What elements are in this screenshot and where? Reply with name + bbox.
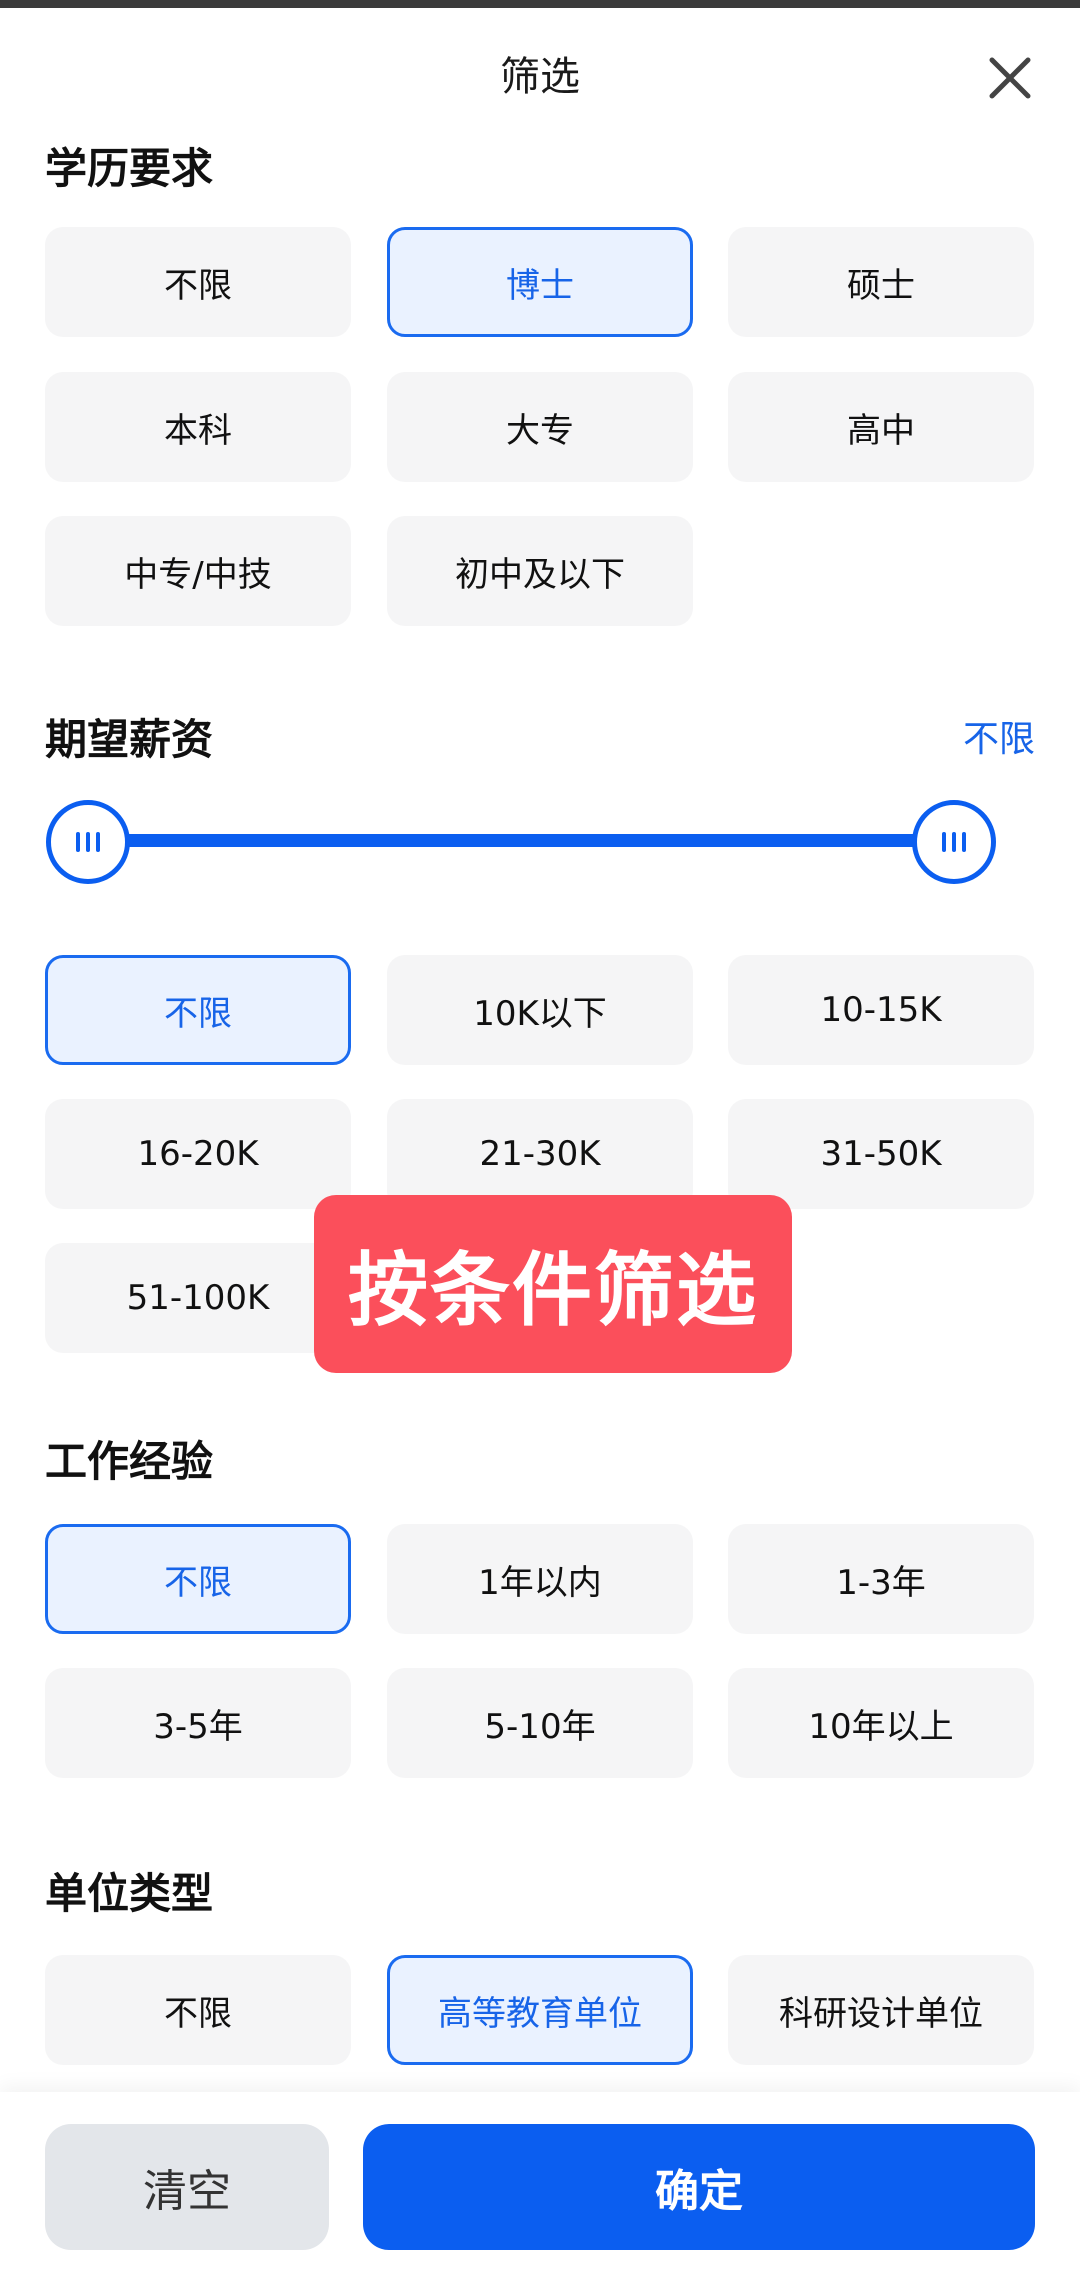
salary-slider-track[interactable] [88, 834, 954, 847]
salary-option[interactable]: 16-20K [45, 1099, 351, 1209]
experience-section-title: 工作经验 [45, 1437, 214, 1486]
salary-slider-min-handle[interactable] [46, 800, 130, 884]
education-option[interactable]: 本科 [45, 372, 351, 482]
chip-label: 高中 [847, 410, 915, 451]
caption-overlay: 按条件筛选 [314, 1195, 792, 1373]
chip-label: 5-10年 [484, 1706, 596, 1747]
salary-range-value: 不限 [962, 719, 1035, 760]
chip-label: 本科 [164, 410, 232, 451]
grip-icon [942, 832, 966, 852]
experience-option[interactable]: 5-10年 [387, 1668, 693, 1778]
chip-label: 3-5年 [153, 1706, 243, 1747]
chip-label: 10-15K [820, 990, 942, 1030]
education-section-title: 学历要求 [45, 144, 214, 193]
chip-label: 10年以上 [808, 1706, 954, 1747]
chip-label: 1-3年 [836, 1562, 926, 1603]
education-option[interactable]: 大专 [387, 372, 693, 482]
chip-label: 1年以内 [478, 1562, 602, 1603]
salary-section-title: 期望薪资 [45, 715, 214, 764]
org-type-option[interactable]: 高等教育单位 [387, 1955, 693, 2065]
chip-label: 科研设计单位 [779, 1993, 983, 2034]
confirm-button[interactable]: 确定 [363, 2124, 1035, 2250]
education-option[interactable]: 博士 [387, 227, 693, 337]
salary-slider-max-handle[interactable] [912, 800, 996, 884]
chip-label: 不限 [164, 1562, 232, 1603]
chip-label: 10K以下 [473, 993, 607, 1034]
chip-label: 31-50K [820, 1134, 942, 1174]
chip-label: 初中及以下 [455, 554, 625, 595]
chip-label: 博士 [506, 265, 574, 306]
experience-option[interactable]: 不限 [45, 1524, 351, 1634]
chip-label: 16-20K [137, 1134, 259, 1174]
salary-option[interactable]: 不限 [45, 955, 351, 1065]
education-option[interactable]: 初中及以下 [387, 516, 693, 626]
salary-option[interactable]: 51-100K [45, 1243, 351, 1353]
org-type-option[interactable]: 不限 [45, 1955, 351, 2065]
chip-label: 51-100K [126, 1278, 270, 1318]
clear-button[interactable]: 清空 [45, 2124, 329, 2250]
close-icon[interactable] [984, 52, 1036, 104]
salary-option[interactable]: 10-15K [728, 955, 1034, 1065]
chip-label: 大专 [506, 410, 574, 451]
chip-label: 硕士 [847, 265, 915, 306]
org-type-section-title: 单位类型 [45, 1869, 214, 1918]
experience-option[interactable]: 10年以上 [728, 1668, 1034, 1778]
org-type-option[interactable]: 科研设计单位 [728, 1955, 1034, 2065]
salary-option[interactable]: 10K以下 [387, 955, 693, 1065]
salary-option[interactable]: 31-50K [728, 1099, 1034, 1209]
experience-option[interactable]: 1-3年 [728, 1524, 1034, 1634]
grip-icon [76, 832, 100, 852]
chip-label: 不限 [164, 1993, 232, 2034]
chip-label: 不限 [164, 993, 232, 1034]
education-option[interactable]: 硕士 [728, 227, 1034, 337]
experience-option[interactable]: 1年以内 [387, 1524, 693, 1634]
chip-label: 21-30K [479, 1134, 601, 1174]
status-bar-edge [0, 0, 1080, 8]
chip-label: 中专/中技 [124, 554, 272, 595]
education-option[interactable]: 中专/中技 [45, 516, 351, 626]
education-option[interactable]: 高中 [728, 372, 1034, 482]
sheet-title: 筛选 [500, 54, 580, 100]
salary-option[interactable]: 21-30K [387, 1099, 693, 1209]
education-option[interactable]: 不限 [45, 227, 351, 337]
chip-label: 不限 [164, 265, 232, 306]
experience-option[interactable]: 3-5年 [45, 1668, 351, 1778]
chip-label: 高等教育单位 [438, 1993, 642, 2034]
